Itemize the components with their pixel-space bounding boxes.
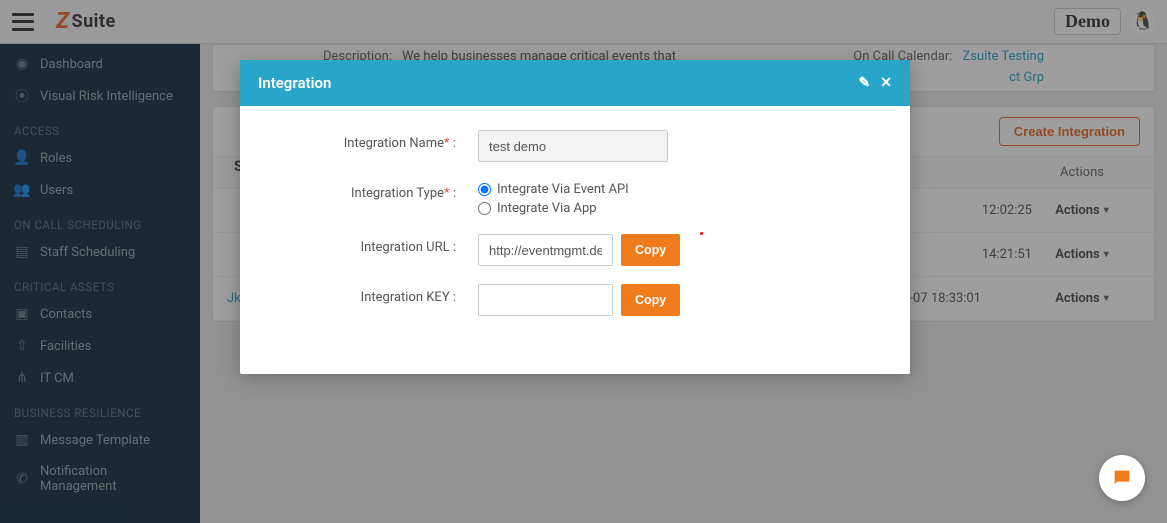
modal-header: Integration ✎ ✕: [240, 60, 910, 106]
modal-title: Integration: [258, 74, 331, 92]
radio-event-api[interactable]: Integrate Via Event API: [478, 182, 629, 197]
copy-url-button[interactable]: Copy: [621, 234, 680, 266]
integration-url-label: Integration URL :: [268, 234, 478, 255]
integration-name-label: Integration Name* :: [268, 130, 478, 151]
radio-app-input[interactable]: [478, 202, 491, 215]
integration-name-input[interactable]: [478, 130, 668, 162]
chat-icon: [1111, 467, 1133, 489]
marker-dot: [700, 232, 703, 235]
copy-key-button[interactable]: Copy: [621, 284, 680, 316]
integration-type-label: Integration Type* :: [268, 180, 478, 201]
edit-icon[interactable]: ✎: [859, 75, 871, 91]
radio-event-api-input[interactable]: [478, 183, 491, 196]
integration-key-label: Integration KEY :: [268, 284, 478, 305]
radio-app[interactable]: Integrate Via App: [478, 201, 629, 216]
integration-modal: Integration ✎ ✕ Integration Name* : Inte…: [240, 60, 910, 374]
close-icon[interactable]: ✕: [880, 75, 892, 91]
chat-fab[interactable]: [1099, 455, 1145, 501]
modal-body: Integration Name* : Integration Type* : …: [240, 106, 910, 374]
integration-key-input[interactable]: [478, 284, 613, 316]
integration-url-input[interactable]: [478, 234, 613, 266]
